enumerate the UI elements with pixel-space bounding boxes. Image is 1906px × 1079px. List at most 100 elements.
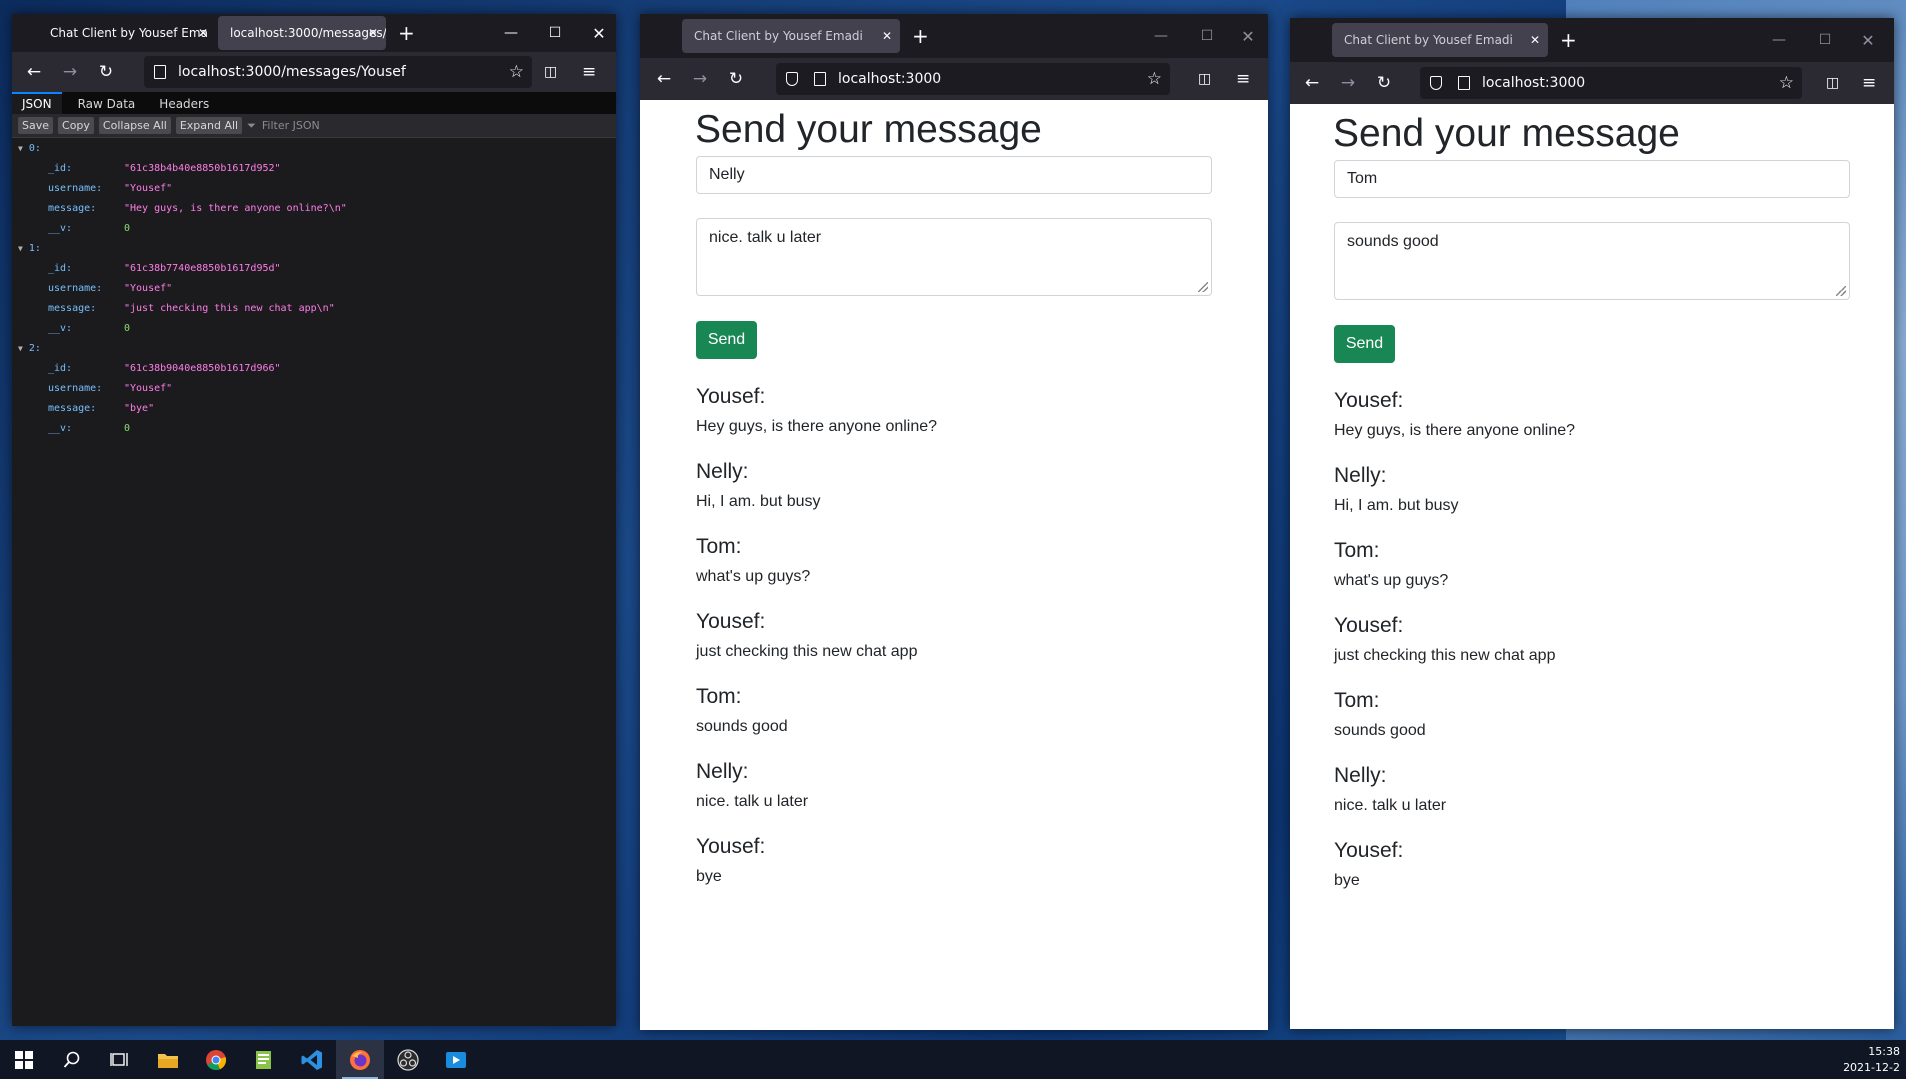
back-icon[interactable]: ← [1294,73,1330,93]
tab-chat-client[interactable]: Chat Client by Yousef Ema ✕ [12,14,216,52]
message-username: Yousef: [1334,614,1404,637]
maximize-icon[interactable]: ☐ [1184,28,1230,44]
system-clock[interactable]: 15:38 2021-12-2 [1843,1044,1900,1076]
tab-messages[interactable]: localhost:3000/messages/Y ✕ [218,16,386,50]
message-textarea[interactable]: nice. talk u later [696,218,1212,296]
message-username: Tom: [1334,539,1380,562]
resize-grip-icon[interactable] [1836,286,1846,296]
save-button[interactable]: Save [18,117,54,134]
tracking-shield-icon [1430,76,1442,90]
pocket-icon[interactable]: ◫ [1198,71,1211,87]
maximize-icon[interactable]: ☐ [532,25,578,41]
url-text: localhost:3000/messages/Yousef [178,64,406,80]
tab-raw-data[interactable]: Raw Data [68,94,146,114]
tab-json[interactable]: JSON [12,92,62,114]
tracking-shield-icon [786,72,798,86]
back-icon[interactable]: ← [646,69,682,89]
message-text: sounds good [1347,233,1439,250]
menu-icon[interactable]: ≡ [1236,69,1250,89]
forward-icon[interactable]: → [52,62,88,82]
json-node-index[interactable]: ▼ 1: [18,238,41,258]
task-view-icon[interactable] [96,1040,144,1079]
notepad-icon[interactable] [240,1040,288,1079]
close-tab-icon[interactable]: ✕ [198,26,208,40]
message-username: Yousef: [696,835,766,858]
json-row: message: "bye" [48,402,155,414]
filter-icon: ⏷ [247,118,256,132]
message-text: nice. talk u later [709,229,822,246]
file-explorer-icon[interactable] [144,1040,192,1079]
close-tab-icon[interactable]: ✕ [1530,33,1540,47]
url-bar[interactable]: localhost:3000 ☆ [776,63,1170,95]
minimize-icon[interactable]: — [490,25,532,41]
close-window-icon[interactable]: ✕ [578,24,616,43]
name-input[interactable]: Nelly [696,156,1212,194]
menu-icon[interactable]: ≡ [582,62,596,82]
expand-triangle-icon[interactable]: ▼ [18,144,23,153]
obs-icon[interactable] [384,1040,432,1079]
name-input[interactable]: Tom [1334,160,1850,198]
browser-window-nelly: Chat Client by Yousef Emadi ✕ + — ☐ ✕ ← … [640,14,1268,1030]
close-window-icon[interactable]: ✕ [1848,31,1888,50]
clock-date: 2021-12-2 [1843,1061,1900,1074]
tab-title: Chat Client by Yousef Emadi [1344,33,1513,47]
browser-window-json: Chat Client by Yousef Ema ✕ localhost:30… [12,14,616,1026]
bookmark-star-icon[interactable]: ☆ [1147,69,1162,89]
close-window-icon[interactable]: ✕ [1230,27,1266,46]
reload-icon[interactable]: ↻ [1366,73,1402,93]
expand-triangle-icon[interactable]: ▼ [18,344,23,353]
tab-chat-client[interactable]: Chat Client by Yousef Emadi ✕ [682,19,900,53]
send-button[interactable]: Send [696,321,757,359]
expand-triangle-icon[interactable]: ▼ [18,244,23,253]
vscode-icon[interactable] [288,1040,336,1079]
reload-icon[interactable]: ↻ [718,69,754,89]
json-row: __v: 0 [48,322,131,334]
collapse-all-button[interactable]: Collapse All [98,117,171,134]
minimize-icon[interactable]: — [1138,28,1184,44]
message-username: Yousef: [1334,389,1404,412]
url-bar[interactable]: localhost:3000/messages/Yousef ☆ [144,56,532,88]
message-textarea[interactable]: sounds good [1334,222,1850,300]
close-tab-icon[interactable]: ✕ [882,29,892,43]
json-viewer-tabs: JSON Raw Data Headers [12,92,616,114]
forward-icon[interactable]: → [682,69,718,89]
firefox-icon[interactable] [336,1040,384,1079]
expand-all-button[interactable]: Expand All [175,117,243,134]
media-app-icon[interactable] [432,1040,480,1079]
maximize-icon[interactable]: ☐ [1802,32,1848,48]
minimize-icon[interactable]: — [1756,32,1802,48]
back-icon[interactable]: ← [16,62,52,82]
menu-icon[interactable]: ≡ [1862,73,1876,93]
forward-icon[interactable]: → [1330,73,1366,93]
json-node-index[interactable]: ▼ 2: [18,338,41,358]
message-text: bye [1334,872,1360,889]
new-tab-icon[interactable]: + [1548,28,1589,52]
pocket-icon[interactable]: ◫ [1826,75,1839,91]
json-row: username: "Yousef" [48,182,173,194]
json-node-index[interactable]: ▼ 0: [18,138,41,158]
chrome-icon[interactable] [192,1040,240,1079]
resize-grip-icon[interactable] [1198,282,1208,292]
url-bar[interactable]: localhost:3000 ☆ [1420,67,1802,99]
bookmark-star-icon[interactable]: ☆ [509,62,524,82]
window-controls: — ☐ ✕ [1756,18,1888,62]
filter-json-input[interactable]: Filter JSON [262,119,320,132]
search-icon[interactable] [48,1040,96,1079]
new-tab-icon[interactable]: + [900,24,941,48]
list-item: Tom: what's up guys? [1334,539,1894,614]
list-item: Yousef: Hey guys, is there anyone online? [1334,389,1894,464]
tab-chat-client[interactable]: Chat Client by Yousef Emadi ✕ [1332,23,1548,57]
bookmark-star-icon[interactable]: ☆ [1779,73,1794,93]
json-row: username: "Yousef" [48,382,173,394]
copy-button[interactable]: Copy [58,117,94,134]
list-item: Yousef: Hey guys, is there anyone online? [696,385,1268,460]
close-tab-icon[interactable]: ✕ [368,26,378,40]
start-icon[interactable] [0,1040,48,1079]
tab-headers[interactable]: Headers [149,94,219,114]
message-text: Hey guys, is there anyone online? [1334,422,1576,439]
message-username: Nelly: [1334,464,1387,487]
pocket-icon[interactable]: ◫ [544,64,557,80]
new-tab-icon[interactable]: + [386,21,427,45]
reload-icon[interactable]: ↻ [88,62,124,82]
send-button[interactable]: Send [1334,325,1395,363]
